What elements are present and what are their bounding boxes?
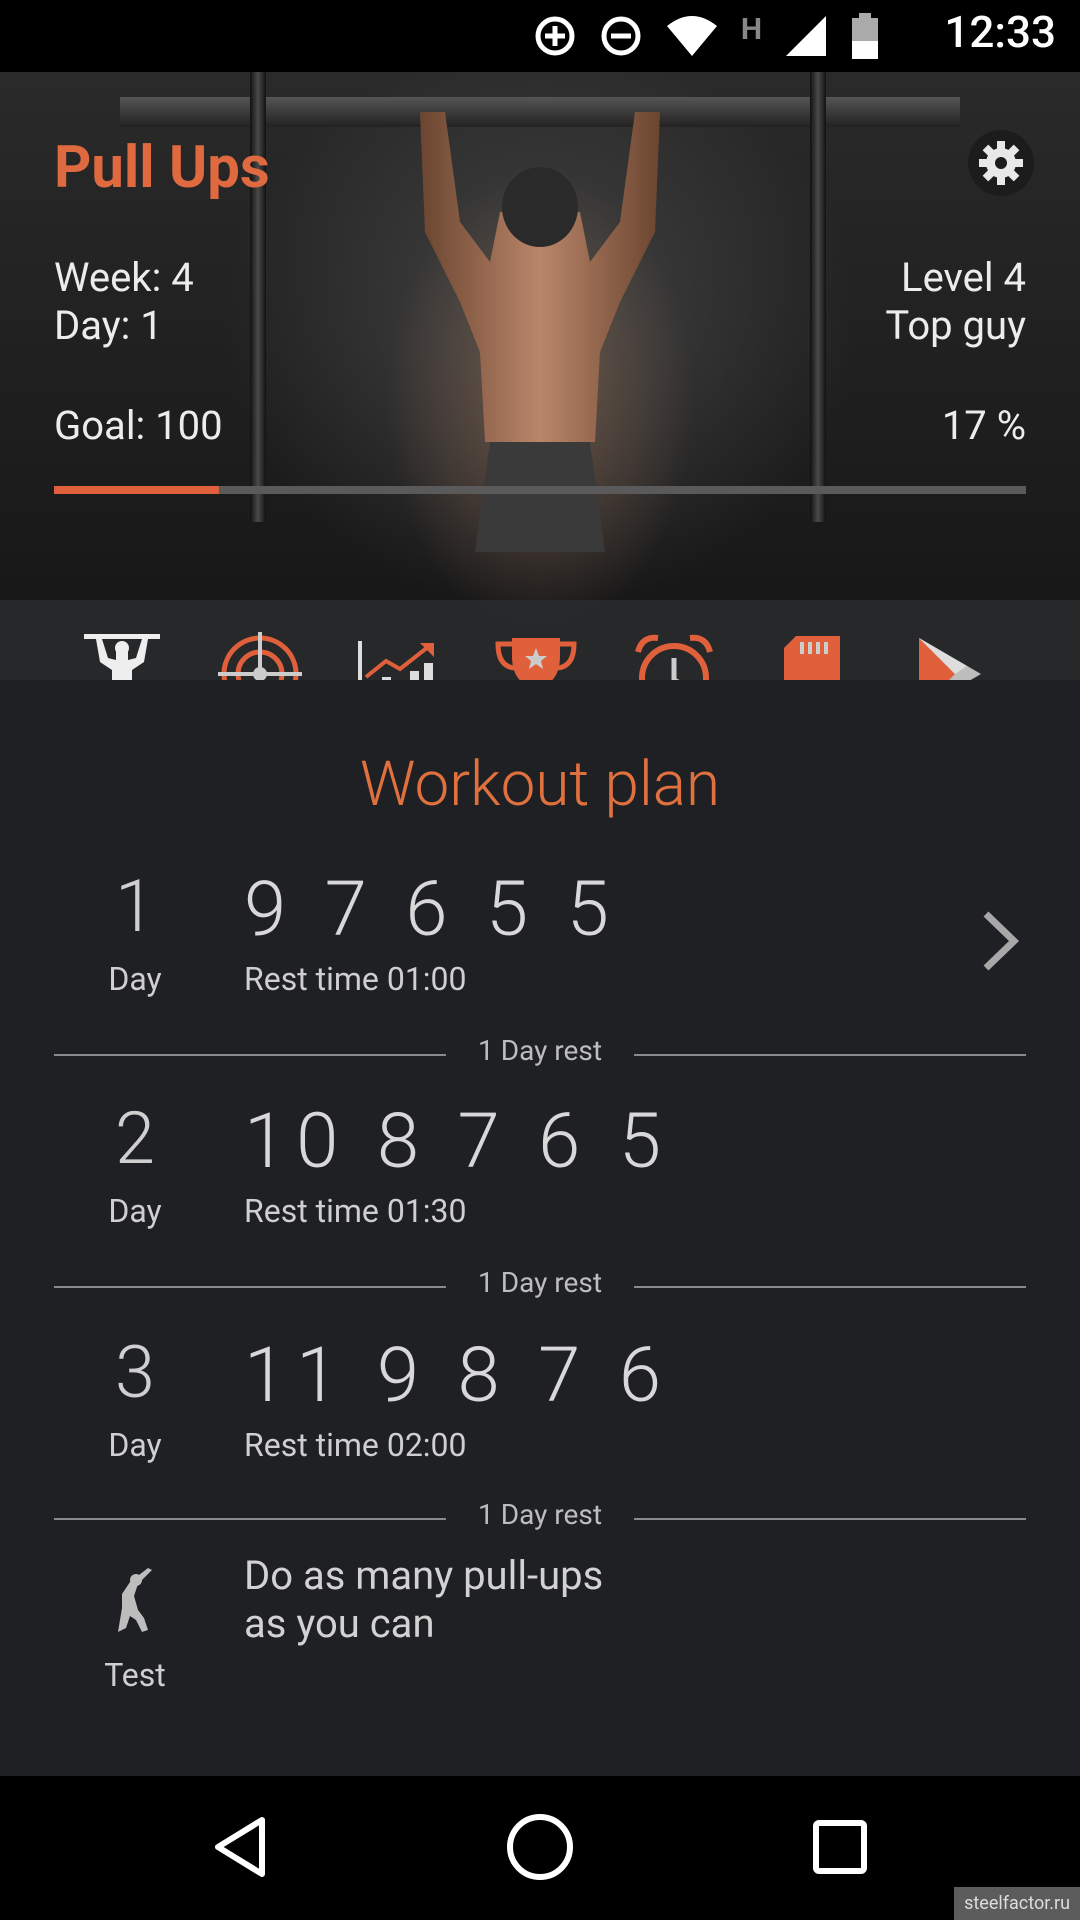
rest-time: Rest time 01:30 (244, 1192, 467, 1230)
day-label: Day (108, 1426, 162, 1464)
navigation-bar: steelfactor.ru (0, 1776, 1080, 1920)
alarm-clock-icon (635, 634, 713, 680)
tab-bar (0, 600, 1080, 680)
battery-icon (852, 13, 878, 59)
workout-plan-title: Workout plan (359, 748, 721, 821)
reps-sequence: 9 7 6 5 5 (244, 864, 619, 954)
day-number: 3 (115, 1330, 155, 1415)
reps-sequence: 11 9 8 7 6 (244, 1330, 672, 1420)
watermark: steelfactor.ru (954, 1887, 1080, 1920)
goal-progress-fill (54, 486, 220, 494)
pull-up-athlete-icon (84, 634, 160, 680)
rest-divider-label: 1 Day rest (478, 1034, 602, 1067)
rest-divider-label: 1 Day rest (478, 1498, 602, 1531)
rest-time: Rest time 01:00 (244, 960, 467, 998)
home-circle-icon (507, 1814, 573, 1880)
clock: 12:33 (944, 6, 1056, 58)
test-description-line: as you can (244, 1600, 435, 1647)
sd-card-icon (784, 636, 840, 680)
chevron-right-icon[interactable] (976, 906, 1026, 976)
recents-square-icon (813, 1820, 867, 1874)
do-not-disturb-icon (601, 16, 641, 56)
rest-divider: 1 Day rest (54, 1034, 1026, 1074)
tab-timer[interactable] (624, 626, 724, 680)
tab-workout[interactable] (72, 626, 172, 680)
settings-button[interactable] (968, 130, 1034, 196)
target-icon (218, 632, 302, 680)
network-type-label: H (740, 11, 762, 47)
plan-day-row[interactable]: 2 Day 10 8 7 6 5 Rest time 01:30 (0, 1096, 1080, 1236)
chart-icon (358, 641, 434, 680)
app-title: Pull Ups (54, 134, 270, 202)
rank-label: Top guy (885, 302, 1026, 349)
test-description: Do as many pull-ups as you can (244, 1552, 603, 1648)
home-button[interactable] (495, 1802, 585, 1892)
week-label: Week: 4 (54, 254, 194, 301)
goal-label: Goal: 100 (54, 402, 223, 449)
wifi-icon (666, 16, 717, 56)
hero-header: Pull Ups Week: 4 Day: 1 Level 4 Top guy … (0, 72, 1080, 680)
goal-progress-bar (54, 486, 1026, 494)
plan-day-row[interactable]: 1 Day 9 7 6 5 5 Rest time 01:00 (0, 864, 1080, 1004)
day-label: Day (108, 960, 162, 998)
trophy-icon (495, 638, 577, 680)
tab-achievements[interactable] (486, 626, 586, 680)
play-store-icon (919, 638, 981, 680)
rest-time: Rest time 02:00 (244, 1426, 467, 1464)
plan-day-row[interactable]: 3 Day 11 9 8 7 6 Rest time 02:00 (0, 1330, 1080, 1470)
day-label: Day: 1 (54, 302, 163, 349)
rest-divider-label: 1 Day rest (478, 1266, 602, 1299)
rack-post-right (810, 72, 826, 522)
reps-sequence: 10 8 7 6 5 (244, 1096, 672, 1186)
tab-statistics[interactable] (348, 626, 448, 680)
status-bar: H 12:33 (0, 0, 1080, 72)
rest-divider: 1 Day rest (54, 1266, 1026, 1306)
back-button[interactable] (195, 1802, 285, 1892)
tab-target[interactable] (210, 626, 310, 680)
rest-divider: 1 Day rest (54, 1498, 1026, 1538)
tab-play[interactable] (900, 626, 1000, 680)
progress-percent: 17 % (941, 402, 1026, 449)
day-number: 1 (115, 864, 155, 949)
gear-icon (979, 141, 1023, 185)
day-label: Day (108, 1192, 162, 1230)
level-label: Level 4 (901, 254, 1026, 301)
hanging-athlete-icon (118, 1568, 152, 1632)
tab-backup[interactable] (762, 626, 862, 680)
cell-signal-icon (786, 16, 826, 56)
back-triangle-icon (215, 1817, 265, 1877)
day-number: 2 (115, 1096, 155, 1181)
test-label: Test (104, 1656, 166, 1694)
recents-button[interactable] (795, 1802, 885, 1892)
test-description-line: Do as many pull-ups (244, 1552, 604, 1599)
data-saver-icon (535, 16, 575, 56)
